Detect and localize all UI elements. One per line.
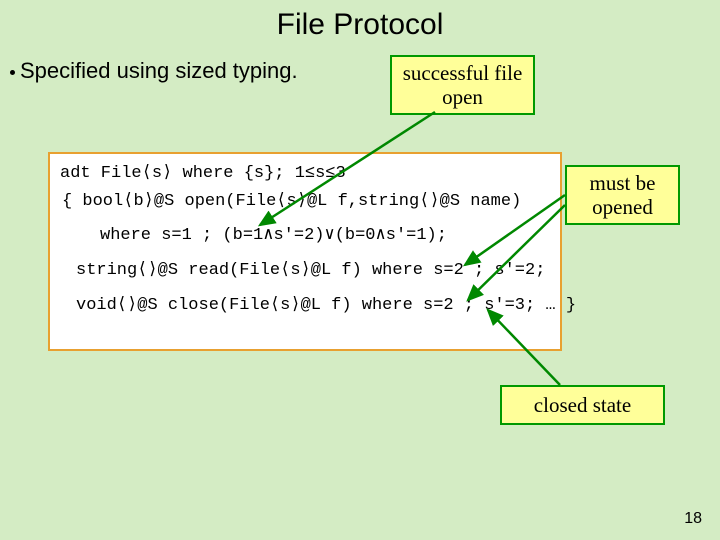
slide-title: File Protocol bbox=[0, 0, 720, 42]
callout-closed-state: closed state bbox=[500, 385, 665, 425]
callout-must-be-opened: must be opened bbox=[565, 165, 680, 225]
bullet-marker bbox=[10, 70, 15, 75]
bullet-text: Specified using sized typing. bbox=[20, 58, 298, 84]
code-line-4: string⟨⟩@S read(File⟨s⟩@L f) where s=2 ;… bbox=[76, 259, 545, 280]
code-line-5: void⟨⟩@S close(File⟨s⟩@L f) where s=2 ; … bbox=[76, 294, 576, 315]
code-line-2: { bool⟨b⟩@S open(File⟨s⟩@L f,string⟨⟩@S … bbox=[62, 190, 521, 211]
code-line-1: adt File⟨s⟩ where {s}; 1≤s≤3 bbox=[60, 162, 346, 183]
code-box: adt File⟨s⟩ where {s}; 1≤s≤3 { bool⟨b⟩@S… bbox=[48, 152, 562, 351]
code-line-3: where s=1 ; (b=1∧s′=2)∨(b=0∧s′=1); bbox=[100, 224, 447, 245]
page-number: 18 bbox=[684, 510, 702, 528]
callout-successful-open: successful file open bbox=[390, 55, 535, 115]
